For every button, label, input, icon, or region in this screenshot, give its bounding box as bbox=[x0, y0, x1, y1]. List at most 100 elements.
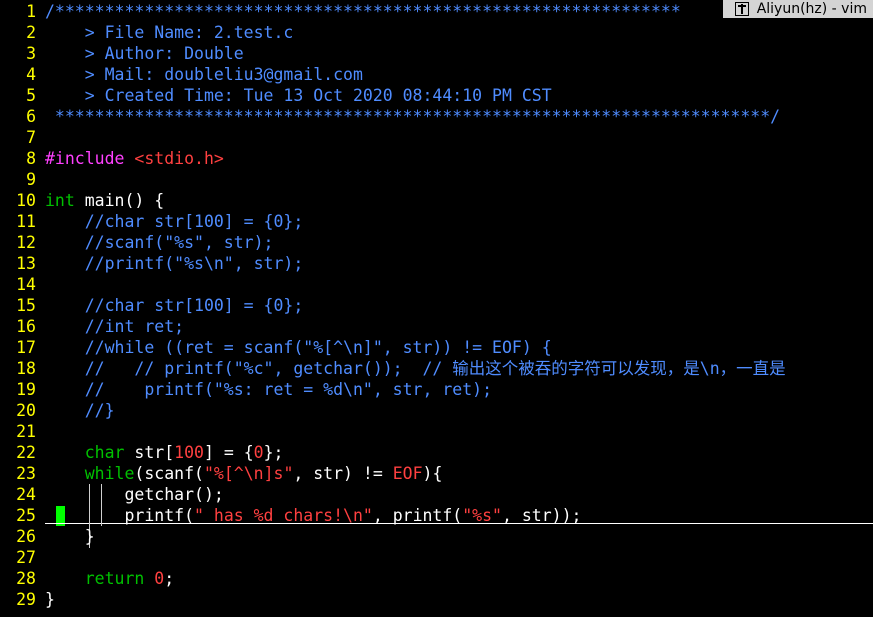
code-line[interactable]: 8 #include <stdio.h> bbox=[0, 148, 873, 169]
code-line[interactable]: 2 > File Name: 2.test.c bbox=[0, 22, 873, 43]
line-number: 5 bbox=[26, 86, 36, 105]
code-token: return bbox=[84, 569, 145, 588]
line-number: 22 bbox=[16, 443, 36, 462]
line-number: 15 bbox=[16, 296, 36, 315]
code-line[interactable]: 22 char str[100] = {0}; bbox=[0, 442, 873, 463]
code-line[interactable]: 14 bbox=[0, 274, 873, 295]
code-token: ] = { bbox=[203, 443, 254, 462]
code-line[interactable]: 7 bbox=[0, 127, 873, 148]
code-text: // printf("%s: ret = %d\n", str, ret); bbox=[45, 379, 492, 400]
line-number: 16 bbox=[16, 317, 36, 336]
code-line[interactable]: 3 > Author: Double bbox=[0, 43, 873, 64]
code-token: (scanf( bbox=[134, 464, 204, 483]
code-text: return 0; bbox=[45, 568, 174, 589]
code-token: //scanf("%s", str); bbox=[45, 233, 274, 252]
pin-icon[interactable] bbox=[734, 2, 749, 16]
line-number: 26 bbox=[16, 527, 36, 546]
line-number: 24 bbox=[16, 485, 36, 504]
code-line[interactable]: 24 getchar(); bbox=[0, 484, 873, 505]
line-number: 20 bbox=[16, 401, 36, 420]
line-number: 28 bbox=[16, 569, 36, 588]
code-text: ****************************************… bbox=[45, 106, 780, 127]
code-line[interactable]: 5 > Created Time: Tue 13 Oct 2020 08:44:… bbox=[0, 85, 873, 106]
line-number: 9 bbox=[26, 170, 36, 189]
line-number: 8 bbox=[26, 149, 36, 168]
code-token: int bbox=[45, 191, 75, 210]
code-token: char bbox=[84, 443, 125, 462]
window-title: Aliyun(hz) - vim bbox=[756, 1, 867, 17]
code-line[interactable]: 4 > Mail: doubleliu3@gmail.com bbox=[0, 64, 873, 85]
code-token: //int ret; bbox=[45, 317, 185, 336]
code-text: //printf("%s\n", str); bbox=[45, 253, 304, 274]
vim-editor[interactable]: 1/**************************************… bbox=[0, 0, 873, 617]
code-line[interactable]: 12 //scanf("%s", str); bbox=[0, 232, 873, 253]
code-line[interactable]: 10 int main() { bbox=[0, 190, 873, 211]
line-number: 25 bbox=[16, 506, 36, 525]
line-number: 29 bbox=[16, 590, 36, 609]
code-text: > Author: Double bbox=[45, 43, 244, 64]
code-text: > Created Time: Tue 13 Oct 2020 08:44:10… bbox=[45, 85, 552, 106]
code-line[interactable]: 27 bbox=[0, 547, 873, 568]
line-number: 18 bbox=[16, 359, 36, 378]
code-line[interactable]: 18 // // printf("%c", getchar()); // 输出这… bbox=[0, 358, 873, 379]
code-line[interactable]: 28 return 0; bbox=[0, 568, 873, 589]
code-token: ){ bbox=[422, 464, 443, 483]
code-token: EOF bbox=[392, 464, 423, 483]
line-number: 12 bbox=[16, 233, 36, 252]
line-number: 21 bbox=[16, 422, 36, 441]
code-token: } bbox=[45, 590, 55, 609]
code-text: //while ((ret = scanf("%[^\n]", str)) !=… bbox=[45, 337, 552, 358]
code-text: > Mail: doubleliu3@gmail.com bbox=[45, 64, 363, 85]
code-token: // printf("%s: ret = %d\n", str, ret); bbox=[45, 380, 493, 399]
code-text: // // printf("%c", getchar()); // 输出这个被吞… bbox=[45, 358, 786, 379]
code-token: , printf( bbox=[372, 506, 463, 525]
code-token: " has %d chars!\n" bbox=[194, 506, 373, 525]
code-text: //} bbox=[45, 400, 115, 421]
code-token: printf( bbox=[45, 506, 195, 525]
code-token: str[ bbox=[124, 443, 175, 462]
code-token: "%[^\n]s" bbox=[203, 464, 294, 483]
window-title-tab[interactable]: Aliyun(hz) - vim bbox=[722, 0, 873, 18]
code-line[interactable]: 20 //} bbox=[0, 400, 873, 421]
code-text: > File Name: 2.test.c bbox=[45, 22, 294, 43]
code-text: //char str[100] = {0}; bbox=[45, 295, 304, 316]
line-number: 19 bbox=[16, 380, 36, 399]
code-line[interactable]: 6 **************************************… bbox=[0, 106, 873, 127]
line-number: 3 bbox=[26, 44, 36, 63]
code-token: <stdio.h> bbox=[134, 149, 224, 168]
code-line[interactable]: 16 //int ret; bbox=[0, 316, 873, 337]
line-number: 17 bbox=[16, 338, 36, 357]
code-text: //char str[100] = {0}; bbox=[45, 211, 304, 232]
code-text: char str[100] = {0}; bbox=[45, 442, 284, 463]
code-token: // // printf("%c", getchar()); // 输出这个被吞… bbox=[45, 359, 786, 378]
code-line[interactable]: 13 //printf("%s\n", str); bbox=[0, 253, 873, 274]
code-token: ; bbox=[164, 569, 175, 588]
line-number: 2 bbox=[26, 23, 36, 42]
code-text: printf(" has %d chars!\n", printf("%s", … bbox=[45, 505, 581, 526]
line-number: 4 bbox=[26, 65, 36, 84]
code-line[interactable]: 23 while(scanf("%[^\n]s", str) != EOF){ bbox=[0, 463, 873, 484]
code-token: 100 bbox=[174, 443, 204, 462]
code-token: /* bbox=[45, 2, 65, 21]
code-line[interactable]: 19 // printf("%s: ret = %d\n", str, ret)… bbox=[0, 379, 873, 400]
code-line[interactable]: 21 bbox=[0, 421, 873, 442]
code-line[interactable]: 29} bbox=[0, 589, 873, 610]
code-line[interactable]: 26 } bbox=[0, 526, 873, 547]
code-token: 0 bbox=[253, 443, 264, 462]
code-text: } bbox=[45, 589, 55, 610]
code-text: /***************************************… bbox=[45, 1, 681, 22]
code-text: #include <stdio.h> bbox=[45, 148, 224, 169]
code-line[interactable]: 11 //char str[100] = {0}; bbox=[0, 211, 873, 232]
code-line[interactable]: 25 printf(" has %d chars!\n", printf("%s… bbox=[0, 505, 873, 526]
code-token: > Author: Double bbox=[45, 44, 244, 63]
code-token: getchar(); bbox=[45, 485, 224, 504]
code-line[interactable]: 17 //while ((ret = scanf("%[^\n]", str))… bbox=[0, 337, 873, 358]
code-line[interactable]: 9 bbox=[0, 169, 873, 190]
line-number: 11 bbox=[16, 212, 36, 231]
code-token: ****************************************… bbox=[64, 2, 681, 21]
code-token: //} bbox=[45, 401, 115, 420]
code-line[interactable]: 15 //char str[100] = {0}; bbox=[0, 295, 873, 316]
